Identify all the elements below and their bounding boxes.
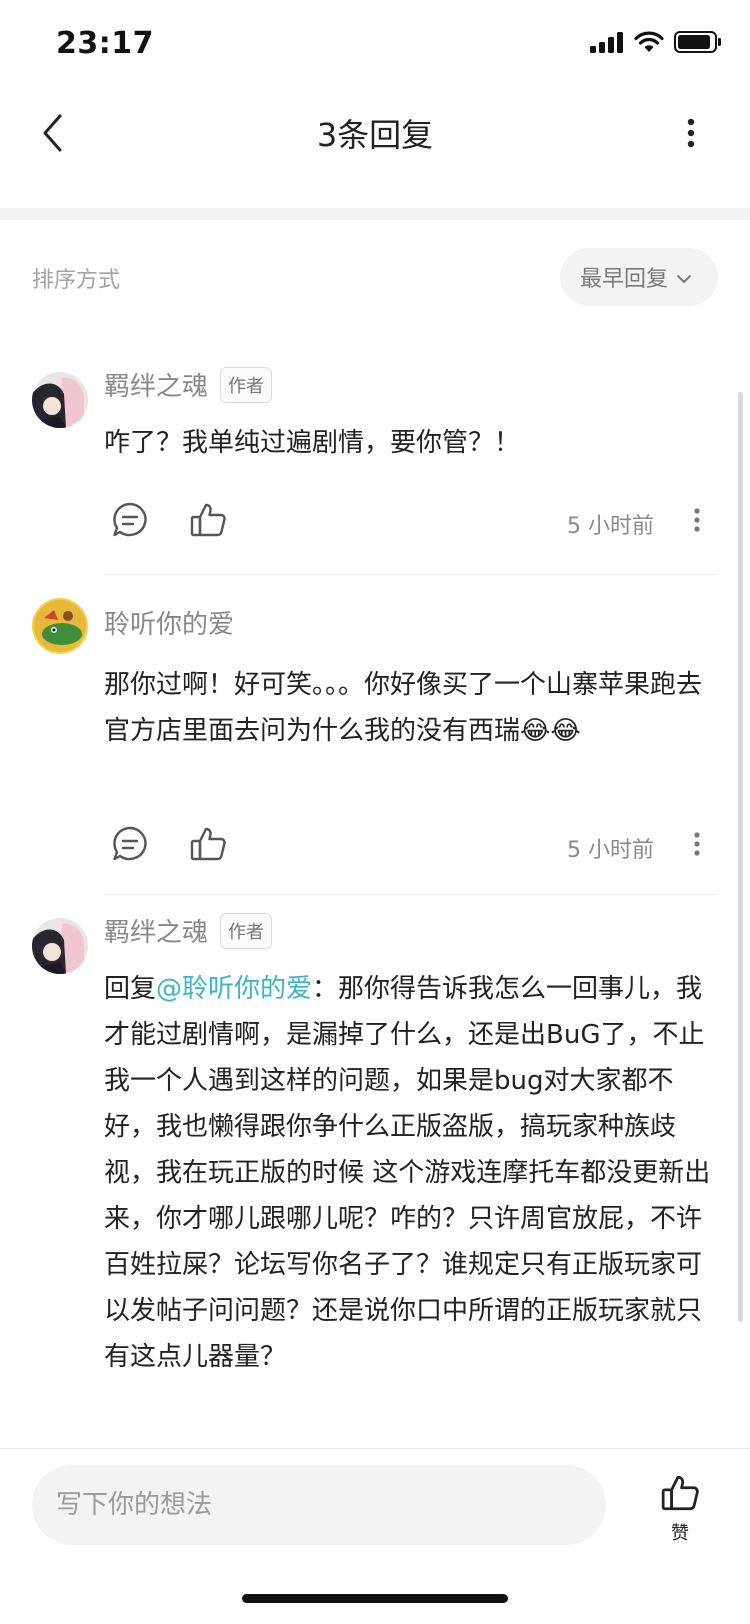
reply-more-button[interactable] [682,820,712,872]
comment-icon [111,501,149,543]
reply-divider [104,574,718,575]
reply-divider [104,894,718,895]
author-name[interactable]: 羁绊之魂 [104,912,208,949]
home-indicator [242,1594,508,1603]
status-icons [590,30,722,58]
avatar[interactable] [32,598,88,654]
author-row: 羁绊之魂 作者 [104,366,273,403]
reply-body: ：那你得告诉我怎么一回事儿，我才能过剧情啊，是漏掉了什么，还是出BuG了，不止我… [104,974,711,1372]
author-row: 聆听你的爱 [104,604,234,641]
post-like-button[interactable]: 赞 [650,1473,710,1553]
scrollbar[interactable] [738,392,743,1322]
avatar[interactable] [32,372,88,428]
reply-time: 5 小时前 [567,838,654,863]
more-vertical-icon [687,118,695,152]
status-time: 23:17 [56,26,154,61]
wifi-icon [634,31,664,57]
thumbs-up-icon [189,501,227,543]
like-button[interactable] [182,820,234,872]
thumbs-up-icon [660,1475,700,1517]
author-row: 羁绊之魂 作者 [104,912,273,949]
reply-actions: 5 小时前 [104,496,718,548]
author-badge: 作者 [220,366,273,403]
status-bar: 23:17 [0,0,750,90]
battery-icon [674,30,722,58]
like-button[interactable] [182,496,234,548]
page-title: 3条回复 [316,116,434,154]
more-options-button[interactable] [676,110,706,160]
avatar[interactable] [32,918,88,974]
reply-text: 那你过啊！好可笑。。。你好像买了一个山寨苹果跑去官方店里面去问为什么我的没有西瑞… [104,670,703,746]
sort-label: 排序方式 [32,268,121,293]
sort-row: 排序方式 最早回复 [0,248,750,308]
comment-input[interactable] [32,1465,606,1545]
reply-more-button[interactable] [682,496,712,548]
thumbs-up-icon [189,825,227,867]
author-badge: 作者 [220,912,273,949]
more-vertical-icon [694,508,700,536]
author-name[interactable]: 羁绊之魂 [104,366,208,403]
reply-actions: 5 小时前 [104,820,718,872]
sort-dropdown[interactable]: 最早回复 [559,248,718,306]
comment-icon [111,825,149,867]
more-vertical-icon [694,832,700,860]
author-name[interactable]: 聆听你的爱 [104,604,234,641]
cellular-signal-icon [590,31,624,57]
comment-button[interactable] [104,820,156,872]
nav-bar: 3条回复 [0,90,750,200]
comment-button[interactable] [104,496,156,548]
chevron-down-icon [676,265,692,290]
reply-time: 5 小时前 [567,514,654,539]
mention-link[interactable]: @聆听你的爱 [156,974,312,1004]
reply-text: 咋了？我单纯过遍剧情，要你管？！ [104,428,521,458]
like-label: 赞 [671,1523,689,1544]
section-divider [0,208,750,220]
reply-prefix: 回复 [104,974,157,1004]
reply-text: 回复@聆听你的爱：那你得告诉我怎么一回事儿，我才能过剧情啊，是漏掉了什么，还是出… [104,966,714,1380]
sort-selected-value: 最早回复 [579,267,668,292]
